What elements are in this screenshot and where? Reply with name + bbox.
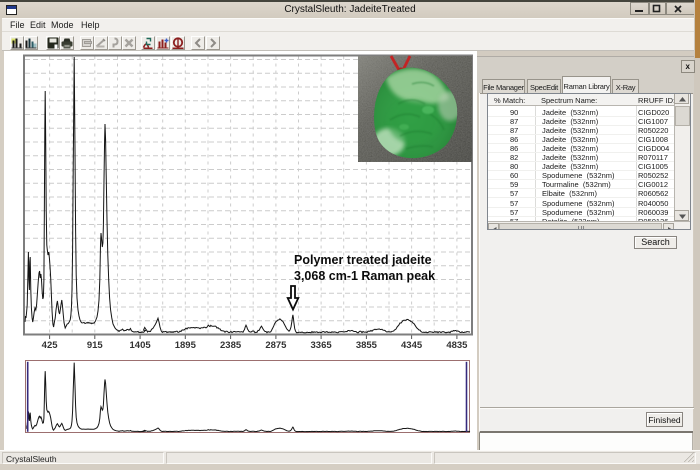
svg-text:3855: 3855	[356, 340, 378, 351]
svg-text:Polymer treated jadeite: Polymer treated jadeite	[294, 253, 432, 267]
svg-text:2385: 2385	[220, 340, 242, 351]
svg-text:4835: 4835	[446, 340, 468, 351]
svg-text:425: 425	[42, 340, 59, 351]
svg-text:3365: 3365	[311, 340, 333, 351]
svg-text:3,068 cm-1 Raman peak: 3,068 cm-1 Raman peak	[294, 269, 435, 283]
svg-text:4345: 4345	[401, 340, 423, 351]
svg-text:2875: 2875	[265, 340, 287, 351]
svg-text:1895: 1895	[175, 340, 197, 351]
svg-text:915: 915	[87, 340, 104, 351]
svg-text:1405: 1405	[130, 340, 152, 351]
